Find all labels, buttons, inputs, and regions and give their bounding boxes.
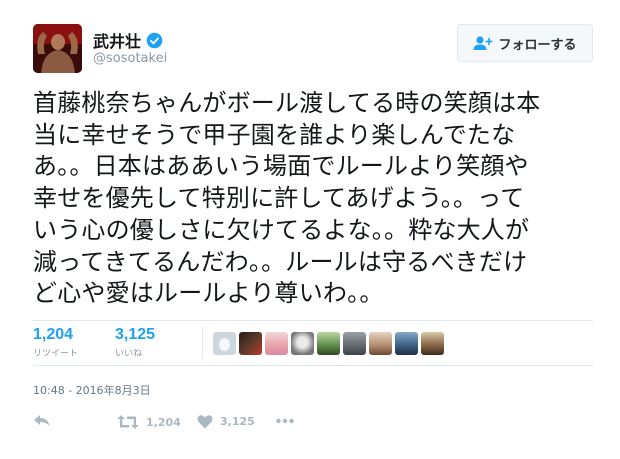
action-like-count: 3,125 bbox=[220, 415, 255, 428]
liker-avatar[interactable] bbox=[265, 332, 288, 355]
tweet-card: 武井壮 @sosotakei フォローする 首藤桃奈ちゃんがボール渡してる時の笑… bbox=[0, 0, 620, 459]
divider bbox=[33, 320, 593, 321]
tweet-text-line: あ。。日本はああいう場面でルールより笑顔や bbox=[33, 152, 529, 181]
display-name[interactable]: 武井壮 bbox=[93, 28, 141, 52]
like-label: いいね bbox=[115, 349, 143, 359]
follow-button[interactable]: フォローする bbox=[457, 24, 593, 62]
like-count: 3,125 bbox=[115, 326, 156, 343]
action-retweet-count: 1,204 bbox=[146, 415, 181, 429]
tweet-text: 首藤桃奈ちゃんがボール渡してる時の笑顔は本 当に幸せそうで甲子園を誰より楽しんで… bbox=[33, 88, 593, 310]
liker-avatar[interactable] bbox=[421, 332, 444, 355]
reply-button[interactable] bbox=[33, 414, 51, 428]
more-button[interactable] bbox=[276, 418, 294, 424]
more-icon bbox=[276, 418, 294, 424]
stats-separator bbox=[202, 326, 203, 359]
liker-avatar[interactable] bbox=[291, 332, 314, 355]
tweet-text-line: 当に幸せそうで甲子園を誰より楽しんでたな bbox=[33, 120, 516, 149]
tweet-text-line: いう心の優しさに欠けてるよな。。粋な大人が bbox=[33, 215, 530, 244]
tweet-text-line: ど心や愛はルールより尊いわ。。 bbox=[33, 279, 384, 308]
tweet-text-line: 幸せを優先して特別に許してあげよう。。って bbox=[33, 184, 525, 213]
verified-icon bbox=[146, 32, 163, 48]
retweet-count: 1,204 bbox=[33, 326, 74, 343]
retweet-label: リツイート bbox=[33, 349, 79, 359]
liker-avatar[interactable] bbox=[369, 332, 392, 355]
user-name-row[interactable]: 武井壮 bbox=[93, 28, 163, 52]
liker-avatar[interactable] bbox=[395, 332, 418, 355]
retweet-button[interactable]: 1,204 bbox=[117, 414, 181, 430]
divider bbox=[33, 365, 593, 366]
tweet-timestamp[interactable]: 10:48 - 2016年8月3日 bbox=[33, 382, 151, 398]
liker-avatar[interactable] bbox=[343, 332, 366, 355]
retweet-icon bbox=[117, 415, 139, 429]
user-handle[interactable]: @sosotakei bbox=[93, 51, 167, 66]
follow-button-label: フォローする bbox=[498, 37, 577, 53]
reply-icon bbox=[34, 415, 50, 426]
tweet-text-line: 減ってきてるんだわ。。ルールは守るべきだけ bbox=[33, 247, 528, 276]
retweet-stat[interactable]: 1,204 リツイート bbox=[33, 326, 78, 359]
liker-avatar[interactable] bbox=[213, 332, 236, 355]
tweet-text-line: 首藤桃奈ちゃんがボール渡してる時の笑顔は本 bbox=[33, 89, 541, 117]
liker-avatars bbox=[213, 332, 447, 355]
avatar[interactable] bbox=[33, 24, 82, 73]
liker-avatar[interactable] bbox=[239, 332, 262, 355]
follow-person-icon bbox=[473, 36, 493, 50]
like-button[interactable]: 3,125 bbox=[197, 414, 255, 429]
like-stat[interactable]: 3,125 いいね bbox=[115, 326, 155, 359]
liker-avatar[interactable] bbox=[317, 332, 340, 355]
heart-icon bbox=[197, 415, 213, 429]
